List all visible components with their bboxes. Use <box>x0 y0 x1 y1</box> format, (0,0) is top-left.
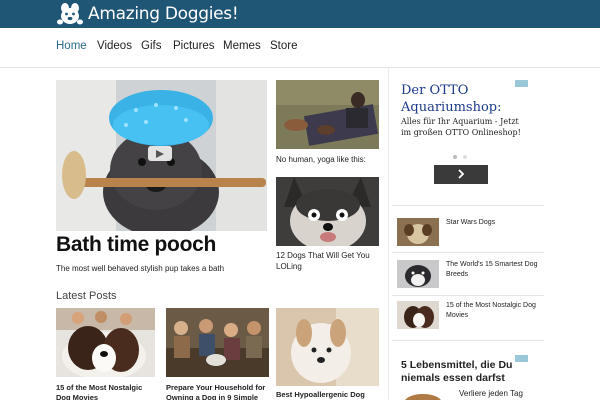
ad-otto-body: Alles für Ihr Aquarium - Jetzt im großen… <box>401 117 521 137</box>
sidebar-text-2[interactable]: The World's 15 Smartest Dog Breeds <box>446 260 542 279</box>
top-bar: Amazing Doggies! <box>0 0 600 28</box>
latest-title-1[interactable]: 15 of the Most Nostalgic Dog Movies <box>56 383 156 400</box>
ad-food-title[interactable]: 5 Lebensmittel, die Du niemals essen dar… <box>401 359 526 385</box>
sidebar-separator <box>392 252 544 253</box>
sidebar-thumb-3[interactable] <box>397 301 439 329</box>
ad-dot-2[interactable] <box>463 155 467 159</box>
sidebar-text-3[interactable]: 15 of the Most Nostalgic Dog Movies <box>446 301 542 320</box>
hero-video-thumbnail[interactable] <box>56 80 267 231</box>
featured-thumb-yoga[interactable] <box>276 80 379 149</box>
nav-store[interactable]: Store <box>270 40 298 52</box>
nav-home[interactable]: Home <box>56 40 87 52</box>
smart-dog-image <box>397 260 439 288</box>
chevron-right-icon <box>458 169 465 179</box>
sidebar-separator <box>392 340 544 341</box>
nostalgic-dog-image <box>397 301 439 329</box>
latest-thumb-3[interactable] <box>276 308 379 386</box>
latest-title-2[interactable]: Prepare Your Household for Owning a Dog … <box>166 383 270 400</box>
logo-text: Amazing Doggies! <box>88 4 239 24</box>
sidebar-text-1[interactable]: Star Wars Dogs <box>446 218 542 228</box>
food-image <box>405 394 441 400</box>
featured-caption-yoga[interactable]: No human, yoga like this: <box>276 154 382 165</box>
latest-posts-heading: Latest Posts <box>56 290 117 302</box>
nav-videos[interactable]: Videos <box>97 40 132 52</box>
latest-title-3[interactable]: Best Hypoallergenic Dog <box>276 390 380 400</box>
featured-thumb-husky[interactable] <box>276 177 379 246</box>
ad-otto[interactable]: Der OTTO Aquariumshop: Alles für Ihr Aqu… <box>396 78 528 193</box>
yoga-image <box>276 80 379 149</box>
sidebar-divider <box>388 68 389 400</box>
dog-logo-icon <box>57 3 83 25</box>
hypoallergenic-dog-image <box>276 308 379 386</box>
latest-thumb-2[interactable] <box>166 308 269 377</box>
nav-pictures[interactable]: Pictures <box>173 40 215 52</box>
sidebar-thumb-1[interactable] <box>397 218 439 246</box>
household-image <box>166 308 269 377</box>
nostalgic-movie-image <box>56 308 155 377</box>
sidebar-thumb-2[interactable] <box>397 260 439 288</box>
ad-next-button[interactable] <box>434 165 488 184</box>
nav-gifs[interactable]: Gifs <box>141 40 161 52</box>
ad-food-image[interactable] <box>403 390 443 400</box>
site-logo[interactable]: Amazing Doggies! <box>56 1 239 27</box>
husky-image <box>276 177 379 246</box>
sidebar-separator <box>392 295 544 296</box>
star-wars-dog-image <box>397 218 439 246</box>
ad-otto-title[interactable]: Der OTTO Aquariumshop: <box>401 82 528 116</box>
ad-dot-1[interactable] <box>453 155 457 159</box>
hero-title[interactable]: Bath time pooch <box>56 233 216 257</box>
hero-subtitle: The most well behaved stylish pup takes … <box>56 264 225 273</box>
sidebar-separator <box>392 205 544 206</box>
nav-memes[interactable]: Memes <box>223 40 261 52</box>
hero-image <box>56 80 267 231</box>
main-nav: Home Videos Gifs Pictures Memes Store <box>0 28 600 68</box>
ad-food-subtitle: Verliere jeden Tag <box>459 389 523 398</box>
latest-thumb-1[interactable] <box>56 308 155 377</box>
featured-caption-husky[interactable]: 12 Dogs That Will Get You LOLing <box>276 250 382 272</box>
